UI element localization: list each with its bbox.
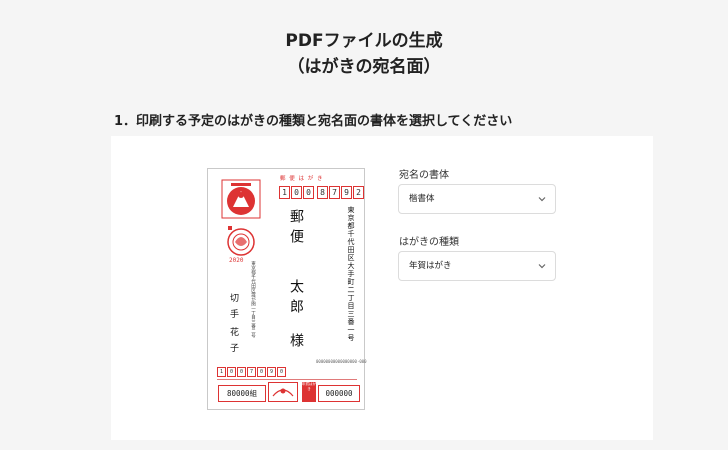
sender-zip-digit: 9 <box>267 367 276 377</box>
font-select-value: 楷書体 <box>409 194 435 204</box>
chevron-down-icon <box>538 197 546 202</box>
postcard-type-select[interactable]: 年賀はがき <box>398 251 556 281</box>
zip-digit: 0 <box>291 186 302 199</box>
yubin-label: 郵 便 は が き <box>280 176 324 182</box>
zip-digit: 0 <box>303 186 314 199</box>
recipient-name-line1: 郵便 <box>288 209 304 249</box>
zip-digit: 7 <box>329 186 340 199</box>
lottery-group-number: 80000組 <box>218 385 266 402</box>
sender-name-line2: 花子 <box>228 327 238 359</box>
sender-address: 東京都千代田区霞が関一丁目三番二号 <box>250 261 256 338</box>
sender-zip-digit: 7 <box>247 367 256 377</box>
sender-zip-digit: 0 <box>237 367 246 377</box>
sender-name-line1: 切手 <box>228 293 238 325</box>
zip-digit: 9 <box>341 186 352 199</box>
barcode-dummy: 00000000000000000·000 <box>316 359 367 364</box>
sender-zip-digit: 0 <box>227 367 236 377</box>
lottery-badge: 年賀はがき <box>302 382 316 402</box>
sender-zip-digit: 1 <box>217 367 226 377</box>
recipient-name-line2: 太郎 <box>288 279 304 319</box>
chevron-down-icon <box>538 264 546 269</box>
zip-digit: 8 <box>317 186 328 199</box>
mouse-stamp-icon <box>221 179 261 219</box>
lottery-emblem-icon <box>268 382 298 402</box>
zip-digit: 1 <box>279 186 290 199</box>
postcard-type-value: 年賀はがき <box>409 261 452 271</box>
section-heading: 1．印刷する予定のはがきの種類と宛名面の書体を選択してください <box>114 114 513 129</box>
page-title-line1: PDFファイルの生成 <box>285 31 443 51</box>
postcard-type-label: はがきの種類 <box>399 237 459 248</box>
recipient-zip: 1 0 0 8 7 9 2 <box>279 186 364 199</box>
sender-zip: 1 0 0 7 0 9 0 <box>217 367 286 377</box>
postcard-preview: 2020 郵 便 は が き 1 0 0 8 7 9 2 東京都千代田区大手町二… <box>207 168 367 410</box>
recipient-address: 東京都千代田区大手町二丁目三番一号 <box>347 206 355 342</box>
recipient-honorific: 様 <box>288 333 304 347</box>
pdf-generation-page: PDFファイルの生成 （はがきの宛名面） 1．印刷する予定のはがきの種類と宛名面… <box>0 0 728 450</box>
sender-zip-digit: 0 <box>277 367 286 377</box>
page-title-line2: （はがきの宛名面） <box>287 57 441 77</box>
font-select[interactable]: 楷書体 <box>398 184 556 214</box>
page-title: PDFファイルの生成 （はがきの宛名面） <box>0 28 728 80</box>
sender-zip-digit: 0 <box>257 367 266 377</box>
lottery-number: 000000 <box>318 385 360 402</box>
year-label: 2020 <box>229 257 244 264</box>
font-label: 宛名の書体 <box>399 170 449 181</box>
selection-card: 2020 郵 便 は が き 1 0 0 8 7 9 2 東京都千代田区大手町二… <box>111 136 653 440</box>
zip-digit: 2 <box>353 186 364 199</box>
